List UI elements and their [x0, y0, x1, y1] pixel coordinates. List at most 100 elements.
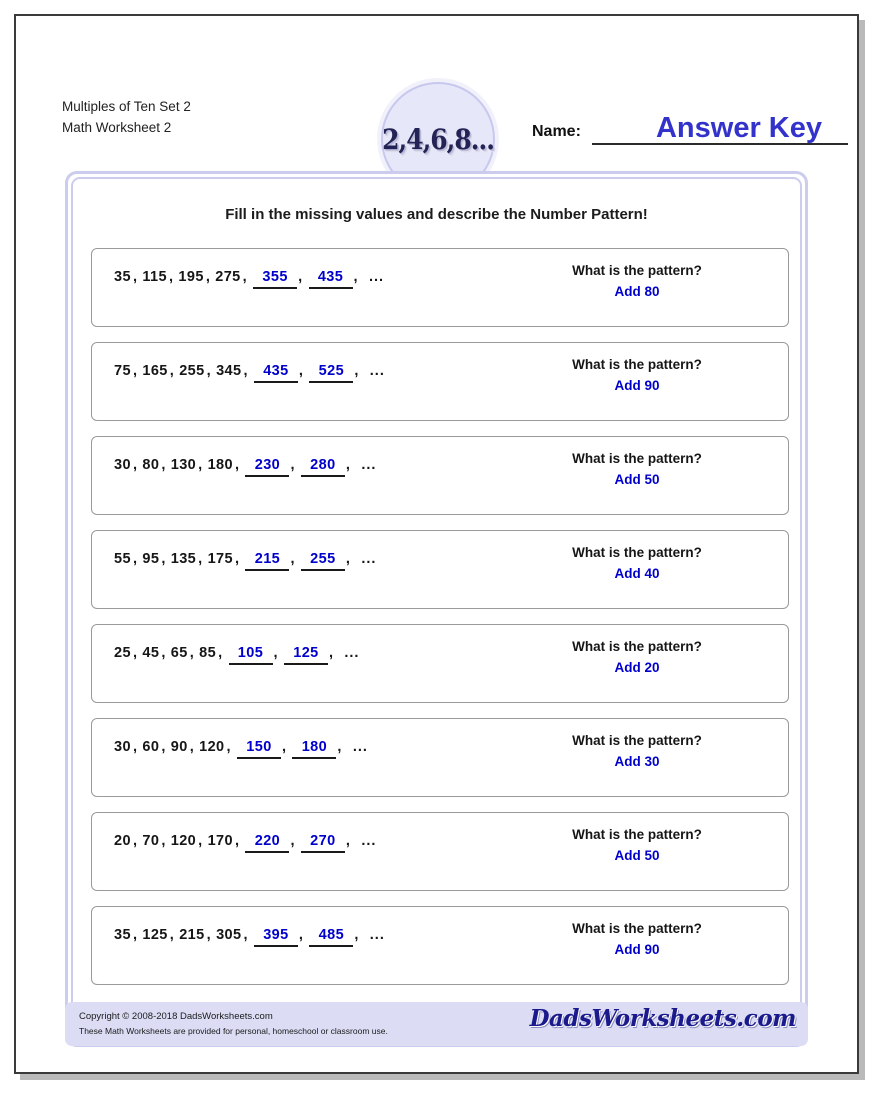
- sequence-comma: ,: [132, 551, 138, 567]
- sequence-comma: ,: [328, 645, 334, 661]
- name-field-row: Name: Answer Key: [532, 112, 852, 152]
- answer-blank[interactable]: 435: [308, 269, 353, 289]
- problem-row: 30, 60, 90, 120, 150, 180,... What is the patt…: [91, 718, 789, 797]
- name-input-rule[interactable]: [592, 143, 848, 145]
- sequence-term: 65: [170, 645, 188, 661]
- sequence-term: 120: [170, 833, 197, 849]
- pattern-block: What is the pattern? Add 20: [522, 636, 752, 678]
- pattern-question: What is the pattern?: [572, 451, 702, 466]
- sequence-comma: ,: [132, 645, 138, 661]
- sequence-term: 305: [216, 927, 242, 943]
- sequence-comma: ,: [161, 457, 166, 473]
- sequence-comma: ,: [354, 927, 359, 943]
- footer-text-block: Copyright © 2008-2018 DadsWorksheets.com…: [79, 1009, 388, 1039]
- pattern-answer[interactable]: Add 20: [522, 657, 752, 678]
- sequence-term: 135: [170, 551, 197, 567]
- answer-blank[interactable]: 255: [300, 551, 345, 571]
- problem-row: 20, 70, 120, 170, 220, 270,... What is the pat…: [91, 812, 789, 891]
- number-sequence: 35, 125, 215, 305, 395, 485,...: [114, 927, 385, 947]
- answer-blank[interactable]: 125: [283, 645, 328, 665]
- instructions-text: Fill in the missing values and describe …: [225, 206, 648, 223]
- answer-blank[interactable]: 355: [253, 269, 298, 289]
- sequence-comma: ,: [354, 363, 359, 379]
- sequence-comma: ,: [189, 645, 195, 661]
- sequence-term: 30: [114, 457, 131, 473]
- sequence-term: 25: [114, 645, 131, 661]
- content-panel: Fill in the missing values and describe …: [65, 171, 808, 1047]
- answer-blank[interactable]: 220: [245, 833, 290, 853]
- worksheet-page: Multiples of Ten Set 2 Math Worksheet 2 …: [14, 14, 859, 1074]
- problem-row: 30, 80, 130, 180, 230, 280,... What is the pat…: [91, 436, 789, 515]
- sequence-comma: ,: [132, 739, 138, 755]
- sequence-comma: ,: [132, 269, 138, 285]
- sequence-term: 75: [114, 363, 131, 379]
- name-label: Name:: [532, 123, 581, 140]
- pattern-answer[interactable]: Add 30: [522, 751, 752, 772]
- answer-blank[interactable]: 435: [253, 363, 298, 383]
- number-sequence: 30, 60, 90, 120, 150, 180,...: [114, 739, 368, 759]
- sequence-ellipsis: ...: [368, 269, 385, 285]
- pattern-question: What is the pattern?: [572, 733, 702, 748]
- answer-blank[interactable]: 270: [300, 833, 345, 853]
- pattern-answer[interactable]: Add 90: [522, 375, 752, 396]
- answer-blank[interactable]: 105: [228, 645, 273, 665]
- worksheet-header: Multiples of Ten Set 2 Math Worksheet 2 …: [16, 16, 857, 196]
- pattern-answer[interactable]: Add 50: [522, 469, 752, 490]
- answer-blank[interactable]: 230: [245, 457, 290, 477]
- answer-blank[interactable]: 280: [300, 457, 345, 477]
- sequence-comma: ,: [132, 927, 138, 943]
- sequence-ellipsis: ...: [352, 739, 368, 755]
- sequence-comma: ,: [235, 833, 240, 849]
- number-sequence: 30, 80, 130, 180, 230, 280,...: [114, 457, 376, 477]
- usage-text: These Math Worksheets are provided for p…: [79, 1026, 388, 1036]
- answer-blank[interactable]: 180: [292, 739, 337, 759]
- sequence-comma: ,: [298, 927, 304, 943]
- sequence-term: 90: [170, 739, 188, 755]
- sequence-term: 35: [114, 269, 131, 285]
- answer-key-label: Answer Key: [655, 112, 822, 144]
- sequence-comma: ,: [198, 833, 203, 849]
- dadsworksheets-logo: DadsWorksheets.com: [529, 1005, 797, 1032]
- sequence-comma: ,: [161, 645, 166, 661]
- problem-row: 55, 95, 135, 175, 215, 255,... What is the pat…: [91, 530, 789, 609]
- answer-blank[interactable]: 215: [245, 551, 290, 571]
- sequence-comma: ,: [353, 269, 358, 285]
- pattern-block: What is the pattern? Add 80: [522, 260, 752, 302]
- sequence-comma: ,: [198, 551, 203, 567]
- sequence-term: 35: [114, 927, 131, 943]
- sequence-comma: ,: [169, 363, 175, 379]
- pattern-question: What is the pattern?: [572, 827, 702, 842]
- pattern-answer[interactable]: Add 90: [522, 939, 752, 960]
- sequence-comma: ,: [243, 363, 248, 379]
- copyright-text: Copyright © 2008-2018 DadsWorksheets.com: [79, 1011, 273, 1022]
- answer-blank[interactable]: 395: [253, 927, 298, 947]
- answer-blank[interactable]: 485: [309, 927, 354, 947]
- sequence-comma: ,: [132, 363, 138, 379]
- sequence-ellipsis: ...: [361, 551, 377, 567]
- sequence-comma: ,: [218, 645, 223, 661]
- pattern-answer[interactable]: Add 40: [522, 563, 752, 584]
- answer-blank[interactable]: 150: [236, 739, 281, 759]
- sequence-comma: ,: [206, 363, 212, 379]
- sequence-ellipsis: ...: [361, 833, 377, 849]
- sequence-comma: ,: [205, 269, 211, 285]
- sequence-comma: ,: [337, 739, 342, 755]
- sequence-comma: ,: [132, 833, 138, 849]
- pattern-block: What is the pattern? Add 40: [522, 542, 752, 584]
- pattern-question: What is the pattern?: [572, 545, 702, 560]
- sequence-comma: ,: [345, 457, 351, 473]
- sequence-term: 180: [207, 457, 233, 473]
- logo-text: 2,4,6,8...: [382, 122, 495, 156]
- answer-blank[interactable]: 525: [309, 363, 354, 383]
- worksheet-title-block: Multiples of Ten Set 2 Math Worksheet 2: [62, 96, 191, 138]
- sequence-comma: ,: [281, 739, 287, 755]
- sequence-term: 115: [142, 269, 167, 285]
- pattern-block: What is the pattern? Add 30: [522, 730, 752, 772]
- pattern-question: What is the pattern?: [572, 357, 702, 372]
- sequence-term: 195: [178, 269, 204, 285]
- sequence-term: 80: [142, 457, 160, 473]
- pattern-question: What is the pattern?: [572, 263, 702, 278]
- pattern-answer[interactable]: Add 50: [522, 845, 752, 866]
- sequence-comma: ,: [345, 833, 351, 849]
- pattern-answer[interactable]: Add 80: [522, 281, 752, 302]
